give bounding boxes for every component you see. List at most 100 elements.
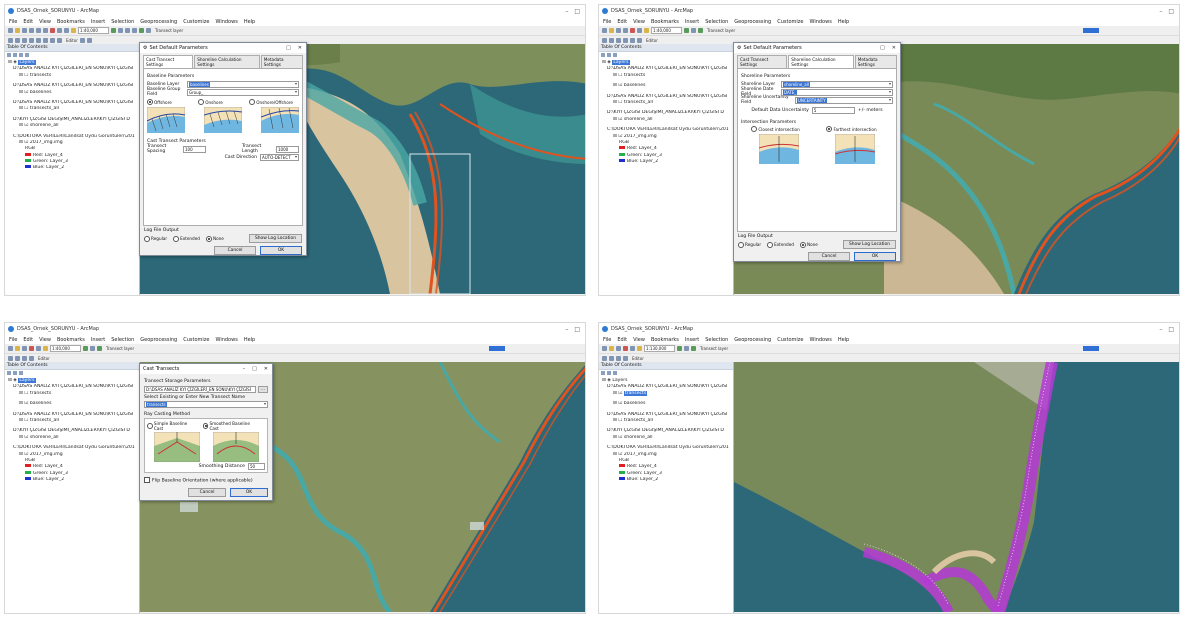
- delete-icon[interactable]: [29, 346, 34, 351]
- menu-bookmarks[interactable]: Bookmarks: [651, 337, 679, 343]
- menu-view[interactable]: View: [633, 19, 645, 25]
- menu-edit[interactable]: Edit: [23, 19, 33, 25]
- undo-icon[interactable]: [630, 346, 635, 351]
- minimize-icon[interactable]: –: [565, 326, 568, 333]
- list-by-source-icon[interactable]: [13, 53, 17, 57]
- catalog-icon[interactable]: [684, 346, 689, 351]
- menu-insert[interactable]: Insert: [685, 19, 699, 25]
- date-field-select[interactable]: DATE_: [781, 88, 893, 96]
- list-by-drawing-order-icon[interactable]: [601, 53, 605, 57]
- new-icon[interactable]: [602, 346, 607, 351]
- minimize-icon[interactable]: –: [1159, 8, 1162, 15]
- menu-file[interactable]: File: [603, 19, 611, 25]
- python-icon[interactable]: [146, 28, 151, 33]
- offshore-radio[interactable]: Offshore: [147, 99, 172, 105]
- zoom-in-icon[interactable]: [8, 356, 13, 361]
- identify-icon[interactable]: [29, 356, 34, 361]
- scale-select[interactable]: 1:40,000: [651, 27, 682, 34]
- ok-button[interactable]: OK: [854, 252, 896, 261]
- log-extended-radio[interactable]: Extended: [767, 241, 794, 248]
- toc-group-1[interactable]: D:\DSAS ANALİZ KYI ÇİZGİLERİ_EN SONU\KYI…: [5, 66, 139, 72]
- toc-group-2[interactable]: D:\DSAS ANALİZ KYI ÇİZGİLERİ_EN SONU\KYI…: [5, 83, 139, 89]
- add-data-icon[interactable]: [43, 346, 48, 351]
- scale-select[interactable]: 1:40,000: [78, 27, 109, 34]
- zoom-out-icon[interactable]: [15, 356, 20, 361]
- print-icon[interactable]: [623, 28, 628, 33]
- tab-shoreline-calc[interactable]: Shoreline Calculation Settings: [788, 55, 854, 68]
- shoreline-layer-select[interactable]: shoreline_all: [781, 80, 893, 88]
- editor-menu[interactable]: Editor: [66, 38, 78, 43]
- full-extent-icon[interactable]: [29, 38, 34, 43]
- pan-icon[interactable]: [616, 356, 621, 361]
- toc-group-5[interactable]: C:\DOKTORA VERİLERİ\Landsat Uydu Görüntü…: [5, 134, 139, 140]
- menu-geoprocessing[interactable]: Geoprocessing: [734, 337, 771, 343]
- menu-insert[interactable]: Insert: [91, 337, 105, 343]
- menu-file[interactable]: File: [603, 337, 611, 343]
- catalog-icon[interactable]: [125, 28, 130, 33]
- ok-button[interactable]: OK: [230, 487, 268, 497]
- catalog-icon[interactable]: [691, 28, 696, 33]
- list-by-visibility-icon[interactable]: [19, 371, 23, 375]
- maximize-icon[interactable]: □: [574, 8, 580, 15]
- menu-insert[interactable]: Insert: [91, 19, 105, 25]
- toc-group-1[interactable]: D:\DSAS ANALİZ KYI ÇİZGİLERİ_EN SONU\KYI…: [5, 384, 139, 390]
- editor-toolbar-icon[interactable]: [83, 346, 88, 351]
- add-data-icon[interactable]: [644, 28, 649, 33]
- minimize-icon[interactable]: –: [1159, 326, 1162, 333]
- menu-customize[interactable]: Customize: [777, 19, 803, 25]
- new-icon[interactable]: [602, 28, 607, 33]
- copy-icon[interactable]: [43, 28, 48, 33]
- dialog-close-icon[interactable]: ✕: [892, 45, 896, 51]
- dsas-toolbar-icon[interactable]: [489, 346, 505, 351]
- transect-spacing-input[interactable]: 100: [183, 145, 206, 153]
- tab-cast-transect[interactable]: Cast Transect Settings: [143, 55, 194, 68]
- undo-icon[interactable]: [57, 28, 62, 33]
- scale-select[interactable]: 1:130,000: [644, 345, 675, 352]
- show-log-location-button[interactable]: Show Log Location: [842, 240, 896, 249]
- zoom-in-icon[interactable]: [8, 38, 13, 43]
- menu-customize[interactable]: Customize: [183, 337, 209, 343]
- table-icon[interactable]: [118, 28, 123, 33]
- maximize-icon[interactable]: □: [1168, 326, 1174, 333]
- zoom-out-icon[interactable]: [609, 38, 614, 43]
- dialog-minimize-icon[interactable]: –: [243, 366, 246, 372]
- cancel-button[interactable]: Cancel: [188, 487, 226, 497]
- select-icon[interactable]: [43, 38, 48, 43]
- zoom-in-icon[interactable]: [602, 38, 607, 43]
- maximize-icon[interactable]: □: [574, 326, 580, 333]
- baseline-group-select[interactable]: Group_: [187, 88, 299, 96]
- list-by-selection-icon[interactable]: [25, 53, 29, 57]
- flip-baseline-row[interactable]: Flip Baseline Orientation (where applica…: [144, 477, 268, 484]
- editor-toolbar-icon[interactable]: [677, 346, 682, 351]
- edit-tool-icon[interactable]: [79, 38, 85, 43]
- menu-selection[interactable]: Selection: [111, 337, 134, 343]
- identify-icon[interactable]: [630, 38, 635, 43]
- dsas-toolbar-icon[interactable]: [1083, 28, 1099, 33]
- menu-view[interactable]: View: [39, 19, 51, 25]
- toc-group-5[interactable]: C:\DOKTORA VERİLERİ\Landsat Uydu Görüntü…: [5, 445, 139, 451]
- log-extended-radio[interactable]: Extended: [173, 235, 200, 242]
- minimize-icon[interactable]: –: [565, 8, 568, 15]
- log-none-radio[interactable]: None: [799, 241, 818, 248]
- dialog-maximize-icon[interactable]: □: [880, 45, 885, 51]
- menu-file[interactable]: File: [9, 337, 17, 343]
- menu-geoprocessing[interactable]: Geoprocessing: [734, 19, 771, 25]
- cancel-button[interactable]: Cancel: [214, 246, 256, 255]
- menu-bookmarks[interactable]: Bookmarks: [57, 19, 85, 25]
- search-icon[interactable]: [132, 28, 137, 33]
- open-icon[interactable]: [15, 28, 20, 33]
- save-icon[interactable]: [22, 28, 27, 33]
- save-icon[interactable]: [22, 346, 27, 351]
- toc-group-5[interactable]: C:\DOKTORA VERİLERİ\Landsat Uydu Görüntü…: [599, 445, 733, 451]
- list-by-source-icon[interactable]: [607, 53, 611, 57]
- dialog-maximize-icon[interactable]: □: [286, 45, 291, 51]
- arctoolbox-icon[interactable]: [691, 346, 696, 351]
- list-by-visibility-icon[interactable]: [613, 371, 617, 375]
- menu-windows[interactable]: Windows: [809, 337, 831, 343]
- uncertainty-field-select[interactable]: UNCERTAINTY: [795, 96, 893, 104]
- identify-icon[interactable]: [36, 38, 41, 43]
- baseline-layer-select[interactable]: baselines: [187, 80, 299, 88]
- editor-toolbar-icon[interactable]: [111, 28, 116, 33]
- menu-view[interactable]: View: [39, 337, 51, 343]
- simple-cast-radio[interactable]: Simple Baseline Cast: [147, 421, 197, 431]
